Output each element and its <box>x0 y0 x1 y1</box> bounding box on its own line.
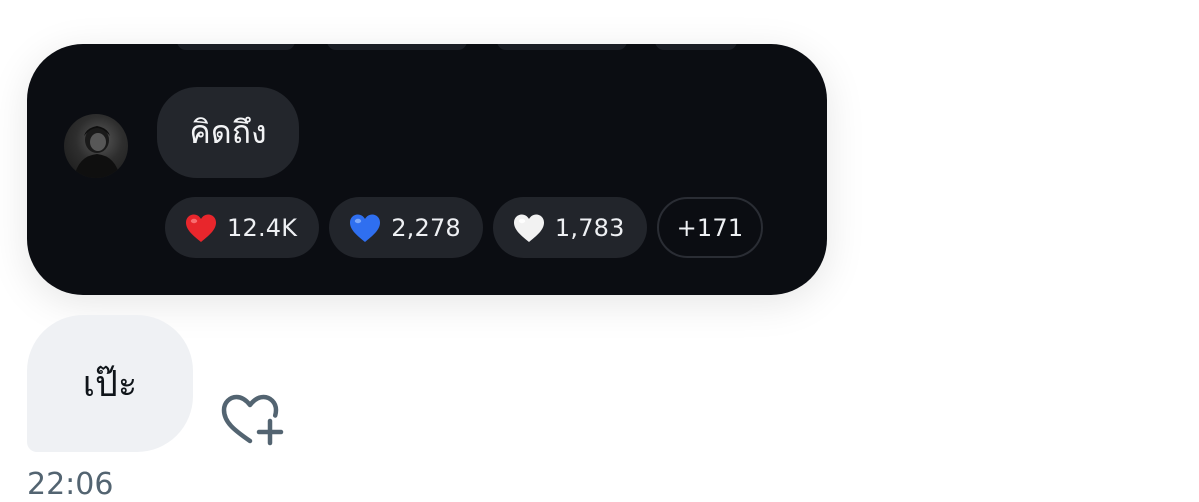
reaction-pill-peek <box>177 44 295 50</box>
blue-heart-icon <box>350 214 381 242</box>
message-timestamp: 22:06 <box>27 467 114 502</box>
quoted-message-text: คิดถึง <box>189 113 267 151</box>
white-heart-icon <box>513 214 544 242</box>
avatar-photo-icon <box>74 126 120 178</box>
red-heart-icon <box>186 214 216 242</box>
reaction-pill-peek <box>497 44 627 50</box>
reaction-blue-heart[interactable]: 2,278 <box>329 197 483 258</box>
own-message-text: เป๊ะ <box>82 364 138 405</box>
reaction-pill-peek <box>327 44 467 50</box>
quoted-message-bubble[interactable]: คิดถึง <box>157 87 299 178</box>
quoted-message-card[interactable]: คิดถึง 12.4K 2,278 1,783 +171 <box>27 44 827 295</box>
sender-avatar[interactable] <box>64 114 128 178</box>
reaction-pill-peek <box>655 44 737 50</box>
add-reaction-button[interactable] <box>220 393 286 447</box>
more-reactions-count: +171 <box>676 213 744 242</box>
more-reactions-button[interactable]: +171 <box>656 197 764 258</box>
reaction-count: 2,278 <box>391 213 461 242</box>
reaction-white-heart[interactable]: 1,783 <box>492 197 647 258</box>
reaction-count: 12.4K <box>227 213 298 242</box>
own-message-bubble[interactable]: เป๊ะ <box>27 315 193 452</box>
reaction-bar: 12.4K 2,278 1,783 +171 <box>165 197 764 258</box>
dm-conversation: คิดถึง 12.4K 2,278 1,783 +171 เป๊ะ 22:06 <box>0 0 1199 502</box>
reaction-count: 1,783 <box>554 213 625 242</box>
heart-plus-icon <box>221 394 284 446</box>
reaction-red-heart[interactable]: 12.4K <box>165 197 320 258</box>
